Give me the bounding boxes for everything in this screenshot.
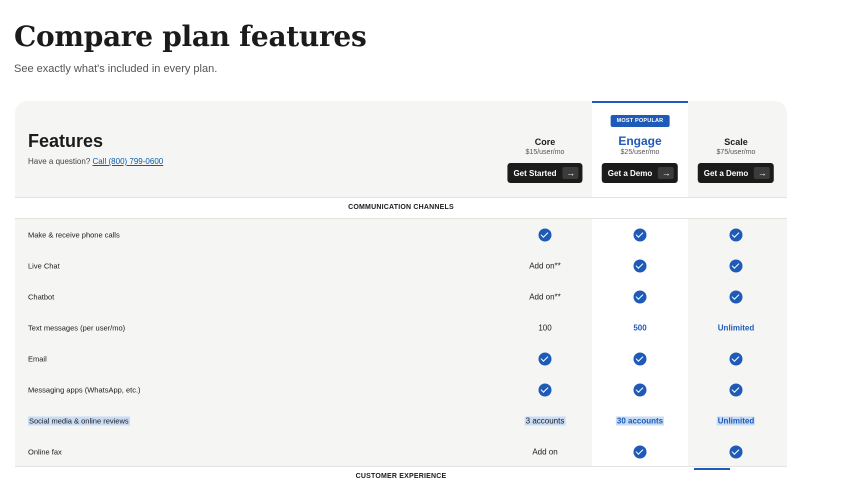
table-row: Make & receive phone calls: [15, 219, 787, 250]
plan-core-price: $15/user/mo: [525, 149, 565, 156]
check-icon: [633, 383, 647, 396]
feature-label: Email: [28, 354, 47, 363]
plan-scale-price: $75/user/mo: [716, 149, 756, 156]
check-icon: [538, 228, 552, 241]
feature-label: Chatbot: [28, 292, 55, 301]
plan-scale-name: Scale: [724, 137, 748, 147]
check-icon: [729, 352, 743, 365]
check-icon: [729, 383, 743, 396]
arrow-right-icon: →: [562, 167, 579, 179]
plan-engage-value: 30 accounts: [615, 416, 665, 425]
check-icon: [633, 352, 647, 365]
arrow-right-icon: →: [658, 167, 675, 179]
check-icon: [538, 228, 552, 241]
check-icon: [729, 290, 743, 303]
check-icon: [729, 259, 743, 272]
page-subtitle: See exactly what's included in every pla…: [14, 63, 218, 75]
check-icon: [538, 383, 552, 396]
engage-demo-button[interactable]: Get a Demo →: [601, 163, 679, 183]
table-row: Online fax Add on: [15, 436, 787, 467]
check-icon: [633, 445, 647, 458]
check-icon: [729, 259, 743, 272]
check-icon: [538, 383, 552, 396]
feature-label: Live Chat: [28, 261, 60, 270]
plan-engage-value: 500: [633, 323, 647, 332]
scale-demo-label: Get a Demo: [703, 168, 749, 178]
check-icon: [633, 445, 647, 458]
check-icon: [729, 383, 743, 396]
feature-label: Text messages (per user/mo): [28, 323, 126, 332]
plan-engage-name: Engage: [618, 134, 662, 148]
check-icon: [633, 228, 647, 241]
plan-core-value: Add on**: [529, 292, 561, 301]
check-icon: [729, 228, 743, 241]
check-icon: [633, 259, 647, 272]
feature-label: Social media & online reviews: [28, 416, 130, 425]
most-popular-badge: MOST POPULAR: [610, 115, 670, 127]
check-icon: [729, 445, 743, 458]
plan-core-name: Core: [534, 137, 556, 147]
check-icon: [729, 352, 743, 365]
plan-core-value: Add on: [532, 447, 558, 456]
check-icon: [729, 445, 743, 458]
plan-engage-price: $25/user/mo: [620, 149, 660, 156]
check-icon: [729, 290, 743, 303]
plan-scale-value: Unlimited: [716, 416, 756, 425]
table-header: Features Have a question? Call (800) 799…: [15, 101, 787, 197]
table-row: Social media & online reviews 3 accounts 3…: [15, 405, 787, 436]
comparison-table: Features Have a question? Call (800) 799…: [15, 101, 787, 487]
table-row: Live Chat Add on**: [15, 250, 787, 281]
call-link[interactable]: Call (800) 799-0600: [93, 157, 164, 166]
features-heading: Features: [28, 131, 104, 151]
table-row: Email: [15, 343, 787, 374]
check-icon: [729, 228, 743, 241]
plan-core: Core $15/user/mo Get Started →: [497, 101, 593, 197]
plan-engage: MOST POPULAR Engage $25/user/mo Get a De…: [592, 101, 688, 197]
plan-core-value: 3 accounts: [524, 416, 566, 425]
plan-core-value: 100: [538, 323, 552, 332]
arrow-right-icon: →: [754, 167, 771, 179]
scale-demo-button[interactable]: Get a Demo →: [697, 163, 775, 183]
check-icon: [538, 352, 552, 365]
check-icon: [633, 383, 647, 396]
check-icon: [633, 290, 647, 303]
feature-label: Messaging apps (WhatsApp, etc.): [28, 385, 141, 394]
feature-label: Online fax: [28, 447, 62, 456]
question-text: Have a question? Call (800) 799-0600: [28, 157, 163, 166]
table-row: Text messages (per user/mo) 100 500 Unlimit…: [15, 312, 787, 343]
scroll-indicator: [694, 468, 730, 470]
plan-scale-value: Unlimited: [717, 323, 755, 332]
feature-label: Make & receive phone calls: [28, 230, 120, 239]
section-customer-experience: CUSTOMER EXPERIENCE: [15, 466, 787, 487]
section-communication-channels: COMMUNICATION CHANNELS: [15, 197, 787, 219]
page-title: Compare plan features: [14, 20, 367, 53]
check-icon: [633, 352, 647, 365]
question-label: Have a question?: [28, 157, 93, 166]
table-row: Messaging apps (WhatsApp, etc.): [15, 374, 787, 405]
check-icon: [633, 259, 647, 272]
table-row: Chatbot Add on**: [15, 281, 787, 312]
check-icon: [538, 352, 552, 365]
plan-scale: Scale $75/user/mo Get a Demo →: [688, 101, 784, 197]
engage-demo-label: Get a Demo: [607, 168, 653, 178]
check-icon: [633, 290, 647, 303]
get-started-button[interactable]: Get Started →: [507, 163, 583, 183]
plan-core-value: Add on**: [529, 261, 561, 270]
get-started-label: Get Started: [513, 168, 557, 178]
check-icon: [633, 228, 647, 241]
